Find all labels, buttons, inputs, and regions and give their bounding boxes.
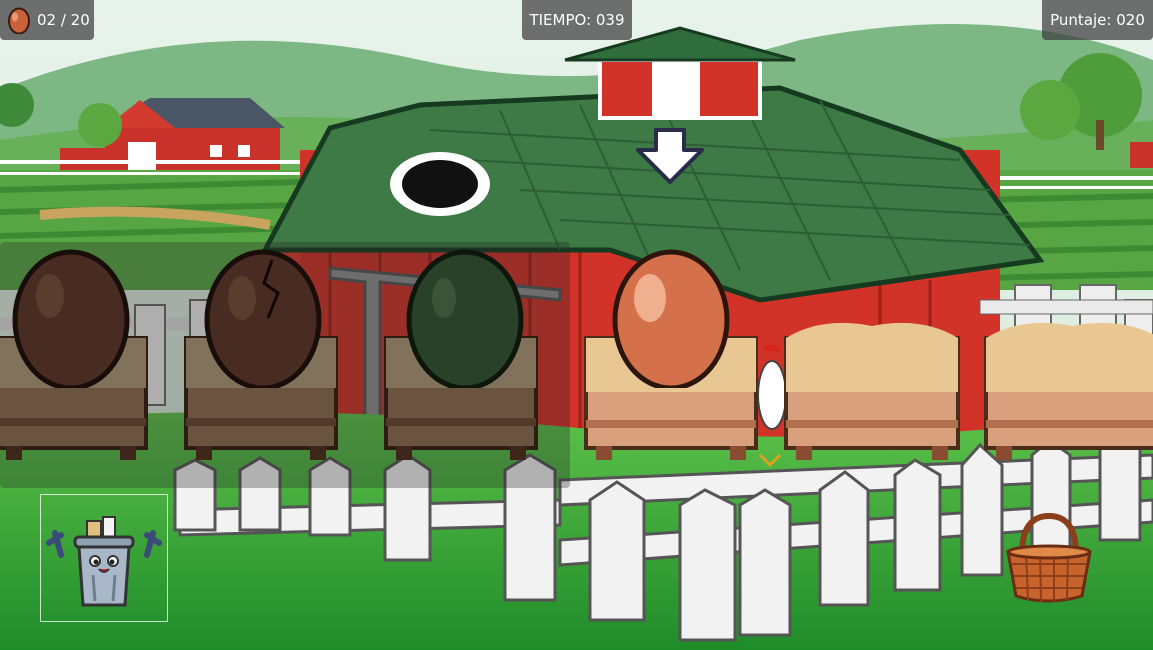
nest-4[interactable] [582, 238, 760, 478]
trash-button[interactable] [40, 494, 168, 622]
green-egg-icon [406, 249, 524, 388]
score: Puntaje: 020 [1042, 0, 1153, 40]
egg-icon [8, 7, 30, 34]
hay-box [784, 322, 960, 460]
orange-egg-icon [612, 249, 730, 388]
timer-label: TIEMPO: 039 [529, 11, 625, 29]
nest-3[interactable] [382, 238, 560, 478]
basket-icon [1006, 512, 1092, 603]
nest-2[interactable] [182, 238, 360, 478]
nest-6[interactable] [982, 238, 1153, 478]
cracked-brown-egg-icon [204, 249, 322, 388]
brown-egg-icon [12, 249, 130, 388]
nest-5[interactable] [782, 238, 960, 478]
nest-1[interactable] [0, 238, 160, 478]
score-label: Puntaje: 020 [1050, 11, 1145, 29]
down-arrow-icon [636, 128, 704, 184]
egg-counter: 02 / 20 [0, 0, 94, 40]
game-scene: 02 / 20 TIEMPO: 039 Puntaje: 020 [0, 0, 1153, 650]
hay-box [984, 322, 1153, 460]
trash-can-icon [46, 516, 162, 607]
egg-count-label: 02 / 20 [37, 11, 90, 29]
timer: TIEMPO: 039 [522, 0, 632, 40]
basket-button[interactable] [1002, 512, 1096, 604]
